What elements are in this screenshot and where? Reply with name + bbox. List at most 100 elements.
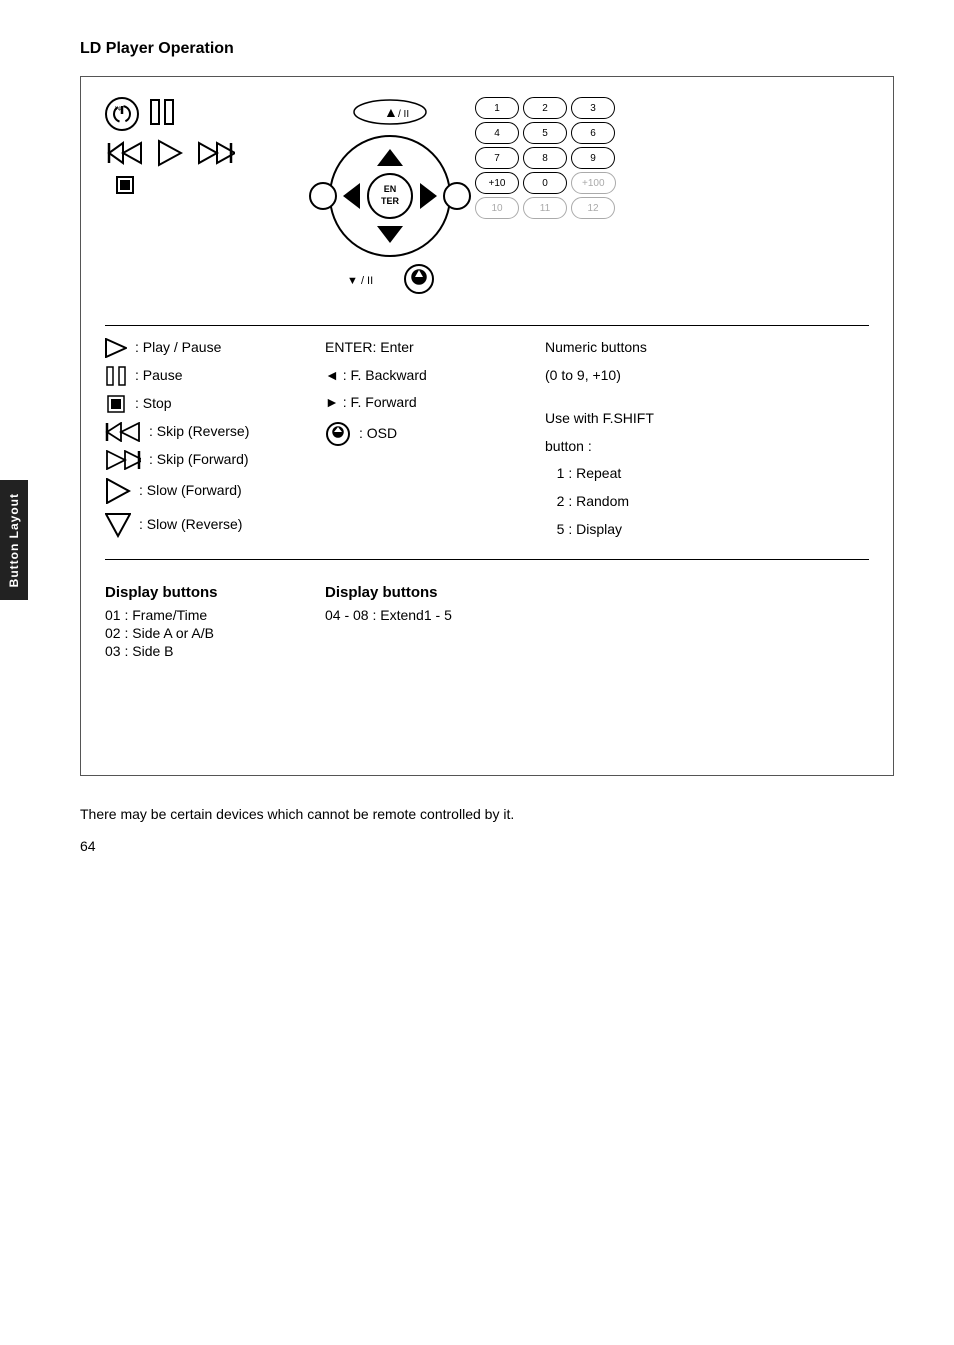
separator-line [105,325,869,326]
svg-text:▼ / II: ▼ / II [347,275,373,287]
separator-line-2 [105,559,869,560]
display-col-right: Display buttons 04 - 08 : Extend1 - 5 [325,584,869,661]
svg-text:▲: ▲ [384,104,398,120]
num-btn-2: 2 [523,97,567,119]
diagram-area: I/ψ [105,97,869,295]
num-btn-10: 10 [475,197,519,219]
num-row-3: 7 8 9 [475,147,655,169]
remote-middle: ▲ / II [315,97,465,295]
legend-skip-fwd-text: : Skip (Forward) [149,450,249,470]
num-btn-1: 1 [475,97,519,119]
legend-skip-fwd: : Skip (Forward) [105,450,305,470]
num-row-5: 10 11 12 [475,197,655,219]
num-btn-11: 11 [523,197,567,219]
osd-icon-legend [325,421,351,447]
legend-f-forward: ► : F. Forward [325,393,525,413]
legend-slow-fwd: : Slow (Forward) [105,478,305,504]
legend-f-forward-text: ► : F. Forward [325,393,417,413]
skip-rev-icon-legend [105,422,141,442]
legend-col-1: : Play / Pause : Pause [105,338,325,547]
remote-nav-row [105,139,235,167]
display-item-01: 01 : Frame/Time [105,607,325,623]
legend-stop-text: : Stop [135,394,172,414]
legend-enter: ENTER: Enter [325,338,525,358]
num-btn-8: 8 [523,147,567,169]
svg-text:/ II: / II [398,109,409,120]
skip-fwd-icon-legend [105,450,141,470]
display-buttons-left-title: Display buttons [105,584,325,601]
display-item-03: 03 : Side B [105,643,325,659]
legend-pause: : Pause [105,366,305,386]
legend-f-backward: ◄ : F. Backward [325,366,525,386]
svg-text:EN: EN [384,184,397,194]
legend-play-pause: : Play / Pause [105,338,305,358]
num-btn-3: 3 [571,97,615,119]
legend-area: : Play / Pause : Pause [105,338,869,547]
num-btn-12: 12 [571,197,615,219]
play-icon [157,139,183,167]
svg-text:I/ψ: I/ψ [115,106,122,112]
num-btn-4: 4 [475,122,519,144]
legend-pause-text: : Pause [135,366,182,386]
stop-icon [115,175,135,195]
legend-f-backward-text: ◄ : F. Backward [325,366,427,386]
legend-slow-rev-text: : Slow (Reverse) [139,515,242,535]
num-btn-5: 5 [523,122,567,144]
num-btn-7: 7 [475,147,519,169]
legend-slow-fwd-text: : Slow (Forward) [139,481,242,501]
display-col-left: Display buttons 01 : Frame/Time 02 : Sid… [105,584,325,661]
legend-repeat: 1 : Repeat [545,464,849,484]
legend-col-2: ENTER: Enter ◄ : F. Backward ► : F. Forw… [325,338,545,547]
page-number: 64 [80,838,894,854]
skip-rev-icon [105,139,143,167]
legend-fshift-colon: button : [545,437,849,457]
side-tab-label: Button Layout [7,493,21,587]
play-pause-icon [105,338,127,358]
slow-fwd-icon-legend [105,478,131,504]
legend-repeat-text: 1 : Repeat [545,464,621,484]
remote-left: I/ψ [105,97,305,195]
num-btn-plus10: +10 [475,172,519,194]
osd-icon [403,263,435,295]
legend-skip-rev-text: : Skip (Reverse) [149,422,249,442]
legend-fshift: Use with F.SHIFT [545,409,849,429]
legend-numeric-title-text: Numeric buttons [545,338,647,358]
legend-osd-text: : OSD [359,424,397,444]
legend-fshift-text: Use with F.SHIFT [545,409,654,429]
num-btn-plus100: +100 [571,172,616,194]
dpad-circle: EN TER [325,131,455,261]
stop-icon-legend [105,394,127,414]
slow-rev-icon-legend [105,512,131,538]
remote-power-row: I/ψ [105,97,177,131]
svg-text:TER: TER [381,196,400,206]
legend-numeric-range: (0 to 9, +10) [545,366,849,386]
display-section: Display buttons 01 : Frame/Time 02 : Sid… [105,584,869,661]
num-row-4: +10 0 +100 [475,172,655,194]
display-item-02: 02 : Side A or A/B [105,625,325,641]
num-row-2: 4 5 6 [475,122,655,144]
numeric-keypad: 1 2 3 4 5 6 7 8 9 +10 0 +100 [475,97,655,219]
legend-numeric-title: Numeric buttons [545,338,849,358]
legend-fshift-colon-text: button : [545,437,592,457]
side-tab: Button Layout [0,480,28,600]
power-button-icon: I/ψ [105,97,139,131]
remote-stop-row [115,175,135,195]
main-content-box: I/ψ [80,76,894,776]
legend-enter-text: ENTER: Enter [325,338,414,358]
dpad-top-oval: ▲ / II [350,97,430,127]
display-buttons-right-title: Display buttons [325,584,869,601]
legend-random: 2 : Random [545,492,849,512]
num-btn-9: 9 [571,147,615,169]
page-title: LD Player Operation [80,40,894,58]
display-item-04-08: 04 - 08 : Extend1 - 5 [325,607,869,623]
legend-display: 5 : Display [545,520,849,540]
page-wrapper: Button Layout LD Player Operation I/ψ [0,0,954,894]
num-btn-0: 0 [523,172,567,194]
legend-skip-rev: : Skip (Reverse) [105,422,305,442]
pause-icon [105,366,127,386]
dpad-bottom-label: ▼ / II [345,268,395,290]
num-btn-6: 6 [571,122,615,144]
legend-display-text: 5 : Display [545,520,622,540]
legend-osd: : OSD [325,421,525,447]
footer-note: There may be certain devices which canno… [80,806,894,822]
